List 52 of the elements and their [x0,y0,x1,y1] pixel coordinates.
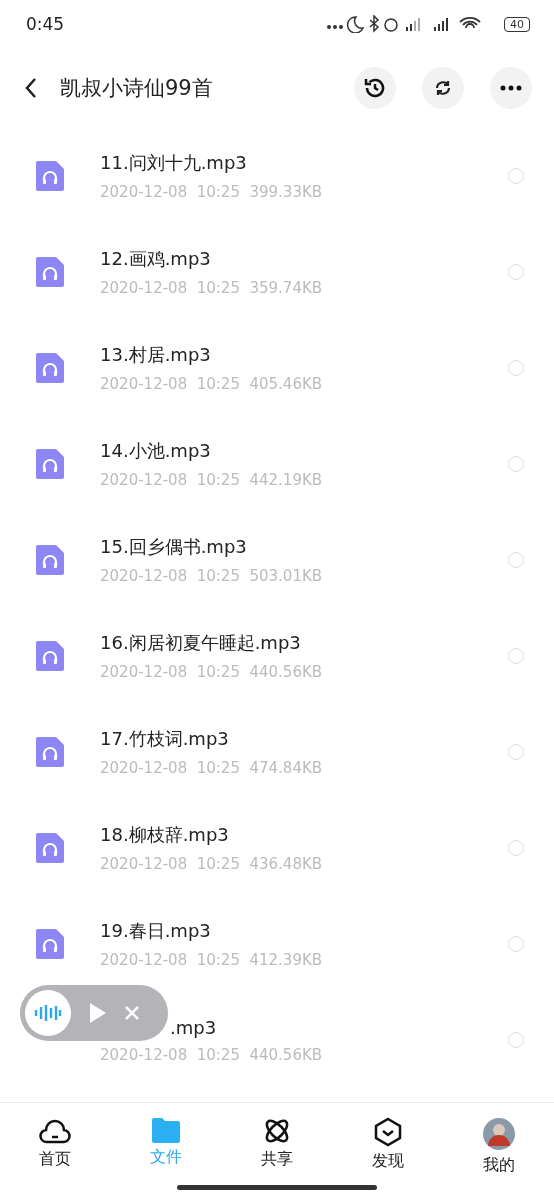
file-details: 2020-12-08 10:25 442.19KB [100,471,323,489]
file-name[interactable]: 15.回乡偶书.mp3 [100,535,247,559]
audio-file-icon [36,353,64,383]
mini-player[interactable] [20,985,168,1041]
audio-file-icon [36,737,64,767]
audio-file-icon [36,257,64,287]
file-details: 2020-12-08 10:25 440.56KB [100,1045,323,1064]
file-name[interactable]: 19.春日.mp3 [100,919,211,943]
play-icon[interactable] [89,1002,107,1024]
cloud-icon [39,1117,72,1145]
file-details: 2020-12-08 10:25 474.84KB [100,759,323,777]
audio-file-icon [36,641,64,671]
waveform-icon [34,1003,62,1023]
file-details: 2020-12-08 10:25 440.56KB [100,663,323,681]
audio-file-icon [36,449,64,479]
file-name[interactable]: 13.村居.mp3 [100,343,211,367]
more-icon [500,85,522,91]
refresh-button[interactable] [422,67,464,109]
file-name[interactable]: 14.小池.mp3 [100,439,211,463]
file-details: 2020-12-08 10:25 436.48KB [100,855,323,873]
file-name[interactable]: 11.问刘十九.mp3 [100,151,247,175]
history-button[interactable] [354,67,396,109]
file-details: 2020-12-08 10:25 412.39KB [100,951,323,969]
nav-tab[interactable]: 发现 [347,1117,428,1200]
file-details: 2020-12-08 10:25 405.46KB [100,375,323,393]
battery-level: 40 [504,16,530,32]
audio-file-icon [36,161,64,191]
folder-icon [152,1117,181,1143]
avatar-icon [481,1117,516,1151]
folder-title: 凯叔小诗仙99首 [60,75,214,102]
close-icon[interactable] [125,1006,139,1020]
file-details: 2020-12-08 10:25 359.74KB [100,279,323,297]
file-name[interactable]: 12.画鸡.mp3 [100,247,211,271]
file-name[interactable]: 17.竹枝词.mp3 [100,727,229,751]
hexagon-icon [373,1117,402,1147]
nav-tab[interactable]: 首页 [15,1117,96,1200]
audio-file-icon [36,929,64,959]
file-name[interactable]: .mp3 [170,1016,217,1038]
file-details: 2020-12-08 10:25 399.33KB [100,183,323,201]
clock-icon [363,76,387,100]
audio-file-icon [36,545,64,575]
refresh-icon [434,79,452,97]
nav-tab[interactable]: 共享 [237,1117,317,1200]
atom-icon [263,1117,291,1145]
file-name[interactable]: 18.柳枝辞.mp3 [100,823,229,847]
nav-tab[interactable]: 我的 [458,1117,539,1200]
more-button[interactable] [490,67,532,109]
status-time: 0:45 [26,14,65,34]
file-details: 2020-12-08 10:25 503.01KB [100,567,323,585]
back-icon[interactable] [24,77,38,99]
audio-file-icon [36,833,64,863]
file-name[interactable]: 16.闲居初夏午睡起.mp3 [100,631,301,655]
